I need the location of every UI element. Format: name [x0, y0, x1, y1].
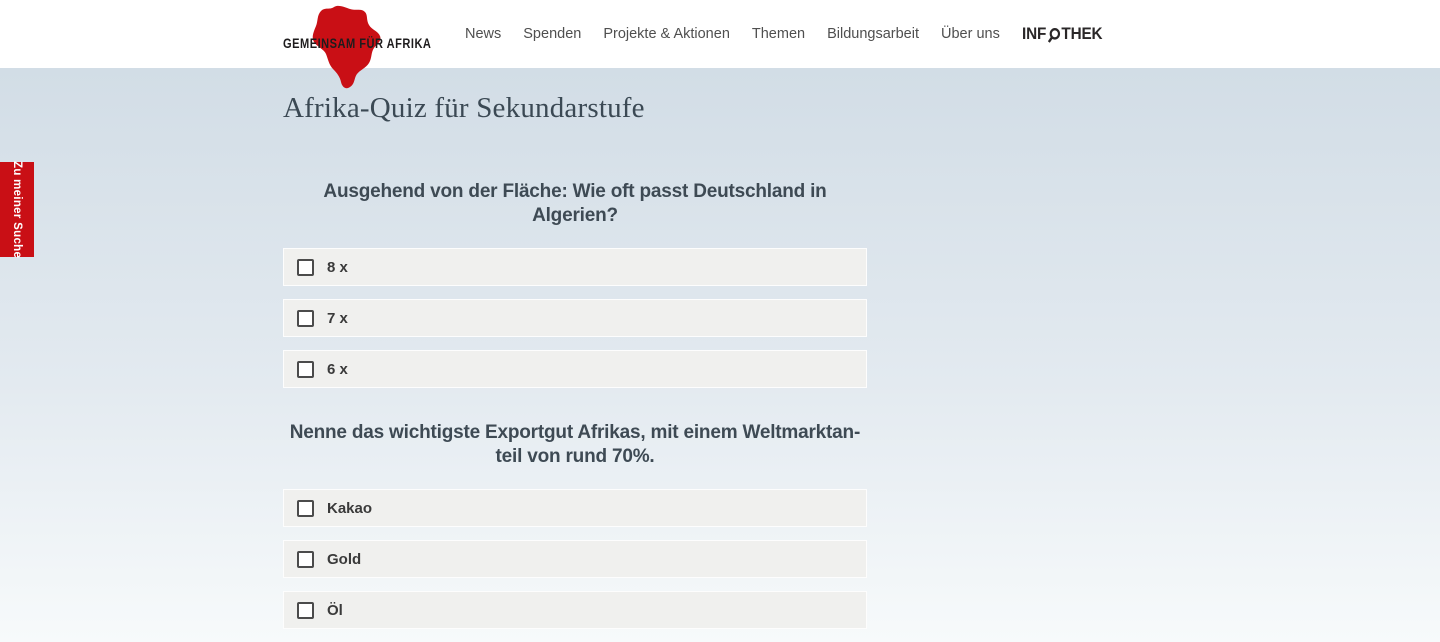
- nav-item-infothek[interactable]: INF THEK: [1022, 24, 1102, 44]
- option-row-kakao[interactable]: Kakao: [283, 489, 867, 527]
- checkbox-icon[interactable]: [297, 551, 314, 568]
- nav-item-spenden[interactable]: Spenden: [523, 26, 581, 42]
- option-label: Kakao: [327, 500, 372, 517]
- logo-wordmark: GEMEINSAM FÜR AFRIKA: [283, 36, 431, 51]
- option-label: 6 x: [327, 361, 348, 378]
- question-2-options: Kakao Gold Öl: [283, 489, 867, 642]
- magnifier-icon: [1047, 27, 1061, 44]
- nav-item-ueber-uns[interactable]: Über uns: [941, 26, 1000, 42]
- option-label: Öl: [327, 602, 343, 619]
- checkbox-icon[interactable]: [297, 500, 314, 517]
- checkbox-icon[interactable]: [297, 310, 314, 327]
- checkbox-icon[interactable]: [297, 602, 314, 619]
- question-1-text: Ausgehend von der Fläche: Wie oft passt …: [283, 180, 867, 228]
- option-label: 7 x: [327, 310, 348, 327]
- nav-item-projekte-aktionen[interactable]: Projekte & Aktionen: [603, 26, 730, 42]
- search-side-tab-label: Zu meiner Suche: [11, 161, 23, 258]
- option-row-gold[interactable]: Gold: [283, 540, 867, 578]
- search-side-tab[interactable]: Zu meiner Suche: [0, 162, 34, 257]
- main-nav: News Spenden Projekte & Aktionen Themen …: [465, 0, 1111, 68]
- header: GEMEINSAM FÜR AFRIKA News Spenden Projek…: [0, 0, 1440, 68]
- page-title: Afrika-Quiz für Sekundarstufe: [283, 92, 645, 125]
- question-2-text: Nenne das wichtigste Exportgut Afrikas, …: [283, 421, 867, 469]
- infothek-text-post: THEK: [1061, 24, 1102, 44]
- site-logo[interactable]: GEMEINSAM FÜR AFRIKA: [283, 0, 433, 90]
- content-area: Afrika-Quiz für Sekundarstufe Ausgehend …: [0, 68, 1440, 642]
- question-1-options: 8 x 7 x 6 x: [283, 248, 867, 401]
- option-row-7x[interactable]: 7 x: [283, 299, 867, 337]
- nav-item-news[interactable]: News: [465, 26, 501, 42]
- page: GEMEINSAM FÜR AFRIKA News Spenden Projek…: [0, 0, 1440, 642]
- option-row-oel[interactable]: Öl: [283, 591, 867, 629]
- option-row-6x[interactable]: 6 x: [283, 350, 867, 388]
- nav-item-themen[interactable]: Themen: [752, 26, 805, 42]
- nav-item-bildungsarbeit[interactable]: Bildungsarbeit: [827, 26, 919, 42]
- infothek-text-pre: INF: [1022, 24, 1046, 44]
- checkbox-icon[interactable]: [297, 259, 314, 276]
- option-label: Gold: [327, 551, 361, 568]
- checkbox-icon[interactable]: [297, 361, 314, 378]
- option-row-8x[interactable]: 8 x: [283, 248, 867, 286]
- option-label: 8 x: [327, 259, 348, 276]
